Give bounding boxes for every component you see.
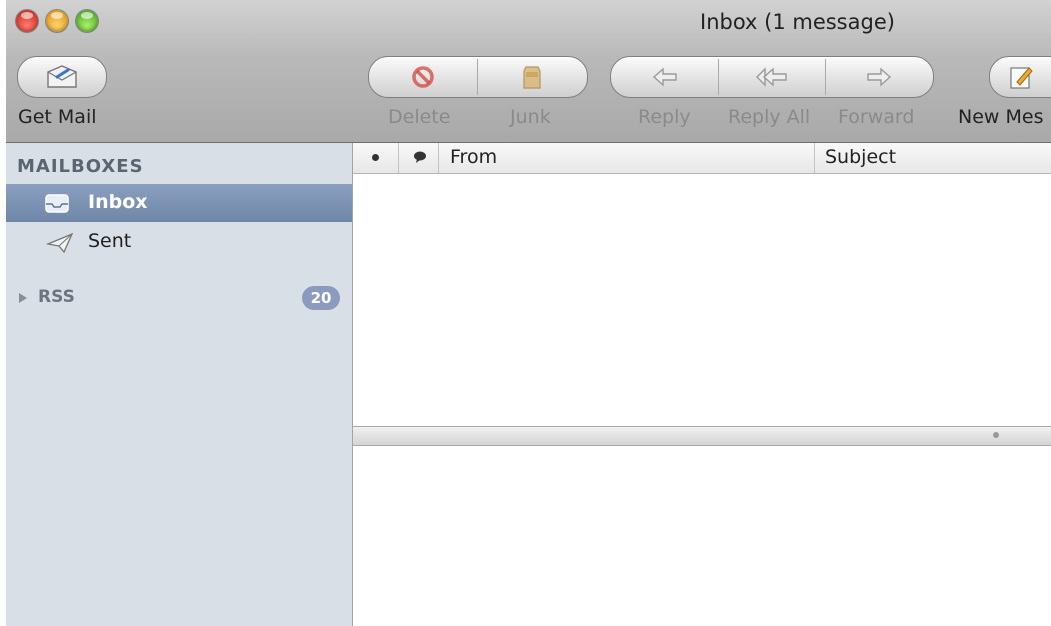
pane-splitter[interactable] bbox=[353, 426, 1051, 446]
reply-segment bbox=[610, 56, 934, 98]
reply-button[interactable] bbox=[611, 57, 718, 97]
speech-bubble-icon[interactable] bbox=[413, 151, 427, 163]
mailboxes-header: MAILBOXES bbox=[17, 156, 144, 177]
junk-button[interactable] bbox=[478, 57, 586, 97]
sidebar-item-label: Inbox bbox=[88, 191, 148, 213]
forward-arrow-icon bbox=[867, 67, 892, 87]
sidebar-item-rss[interactable]: RSS bbox=[6, 279, 352, 317]
paper-plane-icon bbox=[46, 232, 74, 254]
reply-all-label: Reply All bbox=[728, 106, 811, 128]
new-message-label: New Mes bbox=[958, 106, 1044, 128]
get-mail-button[interactable] bbox=[17, 56, 107, 98]
inbox-tray-icon bbox=[44, 192, 70, 214]
compose-icon bbox=[990, 57, 1051, 97]
no-entry-icon bbox=[412, 66, 434, 88]
get-mail-label: Get Mail bbox=[18, 106, 97, 128]
delete-button[interactable] bbox=[369, 57, 477, 97]
envelope-icon bbox=[18, 57, 106, 97]
forward-label: Forward bbox=[838, 106, 915, 128]
sidebar-item-label: Sent bbox=[88, 230, 132, 252]
column-header-from[interactable]: From bbox=[450, 146, 497, 168]
sidebar-item-sent[interactable]: Sent bbox=[6, 223, 352, 261]
delete-junk-segment bbox=[368, 56, 588, 98]
sidebar-item-inbox[interactable]: Inbox bbox=[6, 184, 352, 222]
unread-count-badge: 20 bbox=[302, 286, 340, 310]
message-preview-pane[interactable] bbox=[353, 446, 1051, 626]
forward-button[interactable] bbox=[826, 57, 932, 97]
sidebar-item-label: RSS bbox=[38, 287, 75, 307]
message-list[interactable] bbox=[353, 174, 1051, 426]
mail-window: Inbox (1 message) Get Mail Delete Junk R… bbox=[6, 0, 1051, 626]
reply-all-button[interactable] bbox=[719, 57, 825, 97]
zoom-window-button[interactable] bbox=[76, 10, 98, 32]
disclosure-triangle-icon[interactable] bbox=[18, 292, 28, 304]
reply-label: Reply bbox=[638, 106, 691, 128]
new-message-button[interactable] bbox=[989, 56, 1051, 98]
junk-bag-icon bbox=[523, 66, 541, 89]
minimize-window-button[interactable] bbox=[46, 10, 68, 32]
reply-all-arrow-icon bbox=[756, 67, 787, 87]
unread-dot-icon[interactable] bbox=[372, 154, 379, 161]
splitter-handle[interactable] bbox=[993, 432, 999, 438]
delete-label: Delete bbox=[388, 106, 451, 128]
message-list-header: From Subject bbox=[353, 143, 1051, 174]
reply-arrow-icon bbox=[652, 67, 677, 87]
toolbar: Inbox (1 message) Get Mail Delete Junk R… bbox=[6, 0, 1051, 143]
junk-label: Junk bbox=[510, 106, 551, 128]
window-title: Inbox (1 message) bbox=[700, 10, 895, 34]
close-window-button[interactable] bbox=[16, 10, 38, 32]
column-header-subject[interactable]: Subject bbox=[825, 146, 896, 168]
